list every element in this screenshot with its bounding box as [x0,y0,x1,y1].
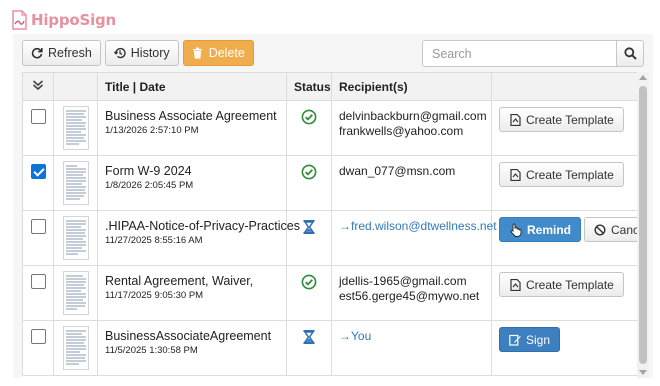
document-title[interactable]: BusinessAssociateAgreement [105,329,279,344]
documents-grid: Title | Date Status Recipient(s) Busines… [22,72,637,378]
hipposign-logo-icon [12,10,27,30]
check-circle-icon [301,109,317,125]
search-input[interactable] [422,40,617,67]
sign-button[interactable]: Sign [499,327,561,352]
brand-logo: HippoSign [10,8,116,32]
recipient-link[interactable]: →fred.wilson@dtwellness.net [339,219,497,234]
table-row[interactable]: Rental Agreement, Waiver, 11/17/2025 9:0… [22,265,637,321]
recipient-email: est56.gerge45@mywo.net [339,289,480,303]
recipient-email: frankwells@yahoo.com [339,124,464,138]
refresh-label: Refresh [48,46,92,60]
cancel-button[interactable]: Cancel [584,217,637,242]
history-label: History [130,46,170,60]
create-template-button[interactable]: Create Template [499,107,624,132]
search-button[interactable] [616,40,644,67]
document-title[interactable]: Business Associate Agreement [105,109,279,124]
history-button[interactable]: History [104,40,179,66]
table-row[interactable]: .HIPAA-Notice-of-Privacy-Practices 11/27… [22,210,637,266]
recipient-email: delvinbackburn@gmail.com [339,109,487,123]
row-checkbox[interactable] [30,109,46,124]
document-date: 11/17/2025 9:05:30 PM [105,290,204,301]
document-date: 1/8/2026 2:05:45 PM [105,180,194,191]
create-template-label: Create Template [526,167,614,182]
create-template-label: Create Template [526,112,614,127]
recipients-header[interactable]: Recipient(s) [331,72,492,101]
cancel-label: Cancel [611,222,637,237]
trash-icon [192,47,204,59]
document-title[interactable]: .HIPAA-Notice-of-Privacy-Practices [105,219,300,234]
document-thumbnail[interactable] [62,216,89,260]
document-title[interactable]: Form W-9 2024 [105,164,279,179]
status-header[interactable]: Status [286,72,332,101]
document-thumbnail[interactable] [62,106,89,150]
thumbnail-header [53,72,98,101]
select-all-header[interactable] [22,72,54,101]
document-date: 1/13/2026 2:57:10 PM [105,125,199,136]
scroll-up-arrow-icon[interactable] [639,75,647,80]
file-template-icon [509,168,521,181]
check-circle-icon [301,164,317,180]
document-thumbnail[interactable] [62,161,89,205]
document-thumbnail[interactable] [62,326,89,370]
actions-header [491,72,637,101]
create-template-label: Create Template [526,277,614,292]
hand-pointer-icon [509,223,522,237]
sign-icon [509,334,521,346]
search-icon [623,47,637,60]
table-header-row: Title | Date Status Recipient(s) [22,72,637,101]
document-date: 11/27/2025 8:55:16 AM [105,235,203,246]
remind-label: Remind [527,222,572,237]
table-row[interactable]: Form W-9 2024 1/8/2026 2:05:45 PM dwan_0… [22,155,637,211]
recipient-email: jdellis-1965@gmail.com [339,274,467,288]
double-check-icon [32,80,44,91]
scroll-down-arrow-icon[interactable] [639,370,647,375]
file-template-icon [509,278,521,291]
sign-label: Sign [526,332,551,347]
create-template-button[interactable]: Create Template [499,162,624,187]
history-icon [113,47,126,59]
document-thumbnail[interactable] [62,271,89,315]
table-row[interactable]: BusinessAssociateAgreement 11/5/2025 1:3… [22,320,637,376]
refresh-button[interactable]: Refresh [22,40,101,66]
document-date: 11/5/2025 1:30:58 PM [105,345,198,356]
hourglass-icon [303,220,315,234]
remind-button[interactable]: Remind [499,217,582,242]
file-template-icon [509,113,521,126]
document-title[interactable]: Rental Agreement, Waiver, [105,274,279,289]
row-checkbox[interactable] [30,219,46,234]
delete-button[interactable]: Delete [182,40,254,66]
scrollbar-thumb[interactable] [639,86,647,364]
delete-label: Delete [208,46,245,60]
row-checkbox[interactable] [30,164,46,179]
ban-icon [594,223,606,236]
check-circle-icon [301,274,317,290]
table-row[interactable]: Business Associate Agreement 1/13/2026 2… [22,100,637,156]
row-checkbox[interactable] [30,274,46,289]
refresh-icon [31,47,43,59]
documents-table: Title | Date Status Recipient(s) Busines… [22,72,637,376]
title-date-header[interactable]: Title | Date [97,72,287,101]
create-template-button[interactable]: Create Template [499,272,624,297]
recipient-email: dwan_077@msn.com [339,164,456,178]
row-checkbox[interactable] [30,329,46,344]
recipient-link[interactable]: →You [339,329,484,344]
brand-name: HippoSign [31,11,117,29]
hourglass-icon [303,330,315,344]
toolbar: Refresh History Delete [22,40,254,67]
vertical-scrollbar[interactable] [637,72,649,378]
